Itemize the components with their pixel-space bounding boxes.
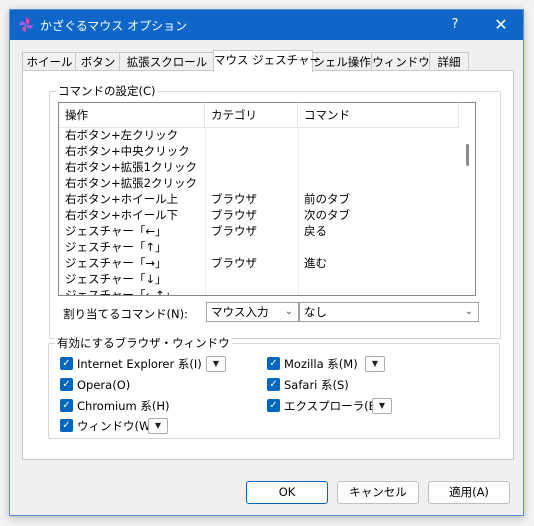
tab-window[interactable]: ウィンドウ: [371, 52, 431, 71]
checkmark-icon: ✓: [267, 378, 280, 391]
ok-button[interactable]: OK: [246, 481, 328, 504]
row-operation: ジェスチャー「←」: [65, 224, 167, 238]
mozilla-label: Mozilla 系(M): [284, 357, 358, 371]
row-operation: ジェスチャー「→」: [65, 256, 167, 270]
row-command: 戻る: [304, 224, 327, 238]
column-header-category[interactable]: カテゴリ: [205, 103, 298, 127]
row-command: [298, 143, 459, 159]
table-row[interactable]: 右ボタン+中央クリック: [59, 143, 459, 159]
row-operation: ジェスチャー「↓」: [65, 272, 167, 286]
pinwheel-app-icon: [19, 18, 33, 32]
help-button[interactable]: ?: [440, 10, 470, 40]
row-category: [205, 127, 298, 143]
commands-group-title: コマンドの設定(C): [56, 84, 158, 98]
tab-wheel[interactable]: ホイール: [22, 52, 77, 71]
table-row[interactable]: 右ボタン+拡張1クリック: [59, 159, 459, 175]
cancel-button[interactable]: キャンセル: [337, 481, 419, 504]
row-command: 進む: [304, 256, 327, 270]
apply-button[interactable]: 適用(A): [428, 481, 510, 504]
window-dropdown-button[interactable]: ▼: [148, 418, 168, 434]
table-row[interactable]: 右ボタン+ホイール下 ブラウザ 次のタブ: [59, 207, 459, 223]
scrollbar-thumb[interactable]: [466, 144, 469, 166]
row-command: [298, 239, 459, 255]
checkmark-icon: ✓: [267, 399, 280, 412]
row-operation: 右ボタン+左クリック: [65, 128, 179, 142]
row-operation: ジェスチャー「↑」: [65, 240, 167, 254]
row-category: [205, 143, 298, 159]
explorer-dropdown-button[interactable]: ▼: [372, 398, 392, 414]
row-category: [205, 287, 298, 295]
tab-extended-scroll[interactable]: 拡張スクロール: [119, 52, 215, 71]
checkmark-icon: ✓: [267, 357, 280, 370]
table-row[interactable]: ジェスチャー「←」 ブラウザ 戻る: [59, 223, 459, 239]
row-category: [205, 175, 298, 191]
category-select-value: マウス入力: [211, 305, 269, 319]
row-category: ブラウザ: [211, 208, 257, 222]
window-title: かざぐるマウス オプション: [40, 19, 188, 33]
row-category: [205, 239, 298, 255]
command-select-value: なし: [304, 305, 327, 319]
row-command: [298, 127, 459, 143]
checkmark-icon: ✓: [60, 378, 73, 391]
ie-dropdown-button[interactable]: ▼: [206, 356, 226, 372]
row-category: [205, 271, 298, 287]
row-command: [298, 159, 459, 175]
tab-details[interactable]: 詳細: [429, 52, 469, 71]
row-operation: 右ボタン+ホイール下: [65, 208, 179, 222]
row-category: ブラウザ: [211, 256, 257, 270]
command-list[interactable]: 操作 カテゴリ コマンド 右ボタン+左クリック 右ボタン+中央クリック 右ボタン+拡…: [58, 102, 476, 296]
row-command: 前のタブ: [304, 192, 350, 206]
chevron-down-icon: ⌄: [464, 306, 474, 317]
list-header: 操作 カテゴリ コマンド: [59, 103, 459, 128]
window-label: ウィンドウ(W): [77, 419, 155, 433]
tab-button[interactable]: ボタン: [75, 52, 121, 71]
checkmark-icon: ✓: [60, 419, 73, 432]
row-command: [298, 175, 459, 191]
row-operation: 右ボタン+中央クリック: [65, 144, 190, 158]
row-command: 次のタブ: [304, 208, 350, 222]
category-select[interactable]: マウス入力 ⌄: [206, 302, 299, 322]
options-dialog: かざぐるマウス オプション ? ✕ ホイール ボタン 拡張スクロール マウス ジ…: [9, 9, 524, 516]
row-operation: ジェスチャー「←↑」: [65, 288, 177, 296]
table-row[interactable]: ジェスチャー「↓」: [59, 271, 459, 287]
opera-label: Opera(O): [77, 378, 131, 392]
table-row[interactable]: ジェスチャー「↑」: [59, 239, 459, 255]
chromium-label: Chromium 系(H): [77, 399, 170, 413]
table-row[interactable]: ジェスチャー「→」 ブラウザ 進む: [59, 255, 459, 271]
tab-mouse-gesture[interactable]: マウス ジェスチャー: [213, 50, 321, 72]
column-header-command[interactable]: コマンド: [298, 103, 459, 127]
ie-label: Internet Explorer 系(I): [77, 357, 202, 371]
table-row[interactable]: ジェスチャー「←↑」: [59, 287, 459, 296]
explorer-label: エクスプローラ(E): [284, 399, 381, 413]
table-row[interactable]: 右ボタン+左クリック: [59, 127, 459, 143]
row-command: [298, 271, 459, 287]
close-button[interactable]: ✕: [481, 10, 521, 40]
safari-label: Safari 系(S): [284, 378, 349, 392]
row-command: [298, 287, 459, 295]
assign-command-label: 割り当てるコマンド(N):: [63, 307, 188, 321]
row-operation: 右ボタン+ホイール上: [65, 192, 179, 206]
checkmark-icon: ✓: [60, 357, 73, 370]
row-category: ブラウザ: [211, 224, 257, 238]
row-category: [205, 159, 298, 175]
table-row[interactable]: 右ボタン+拡張2クリック: [59, 175, 459, 191]
chevron-down-icon: ⌄: [284, 306, 294, 317]
row-operation: 右ボタン+拡張2クリック: [65, 176, 197, 190]
row-category: ブラウザ: [211, 192, 257, 206]
mozilla-dropdown-button[interactable]: ▼: [365, 356, 385, 372]
vertical-scrollbar[interactable]: [461, 103, 475, 295]
title-bar[interactable]: かざぐるマウス オプション ? ✕: [10, 10, 523, 40]
command-select[interactable]: なし ⌄: [299, 302, 479, 322]
browser-group-title: 有効にするブラウザ・ウィンドウ: [55, 336, 232, 350]
row-operation: 右ボタン+拡張1クリック: [65, 160, 197, 174]
checkmark-icon: ✓: [60, 399, 73, 412]
table-row[interactable]: 右ボタン+ホイール上 ブラウザ 前のタブ: [59, 191, 459, 207]
column-header-operation[interactable]: 操作: [59, 103, 205, 127]
